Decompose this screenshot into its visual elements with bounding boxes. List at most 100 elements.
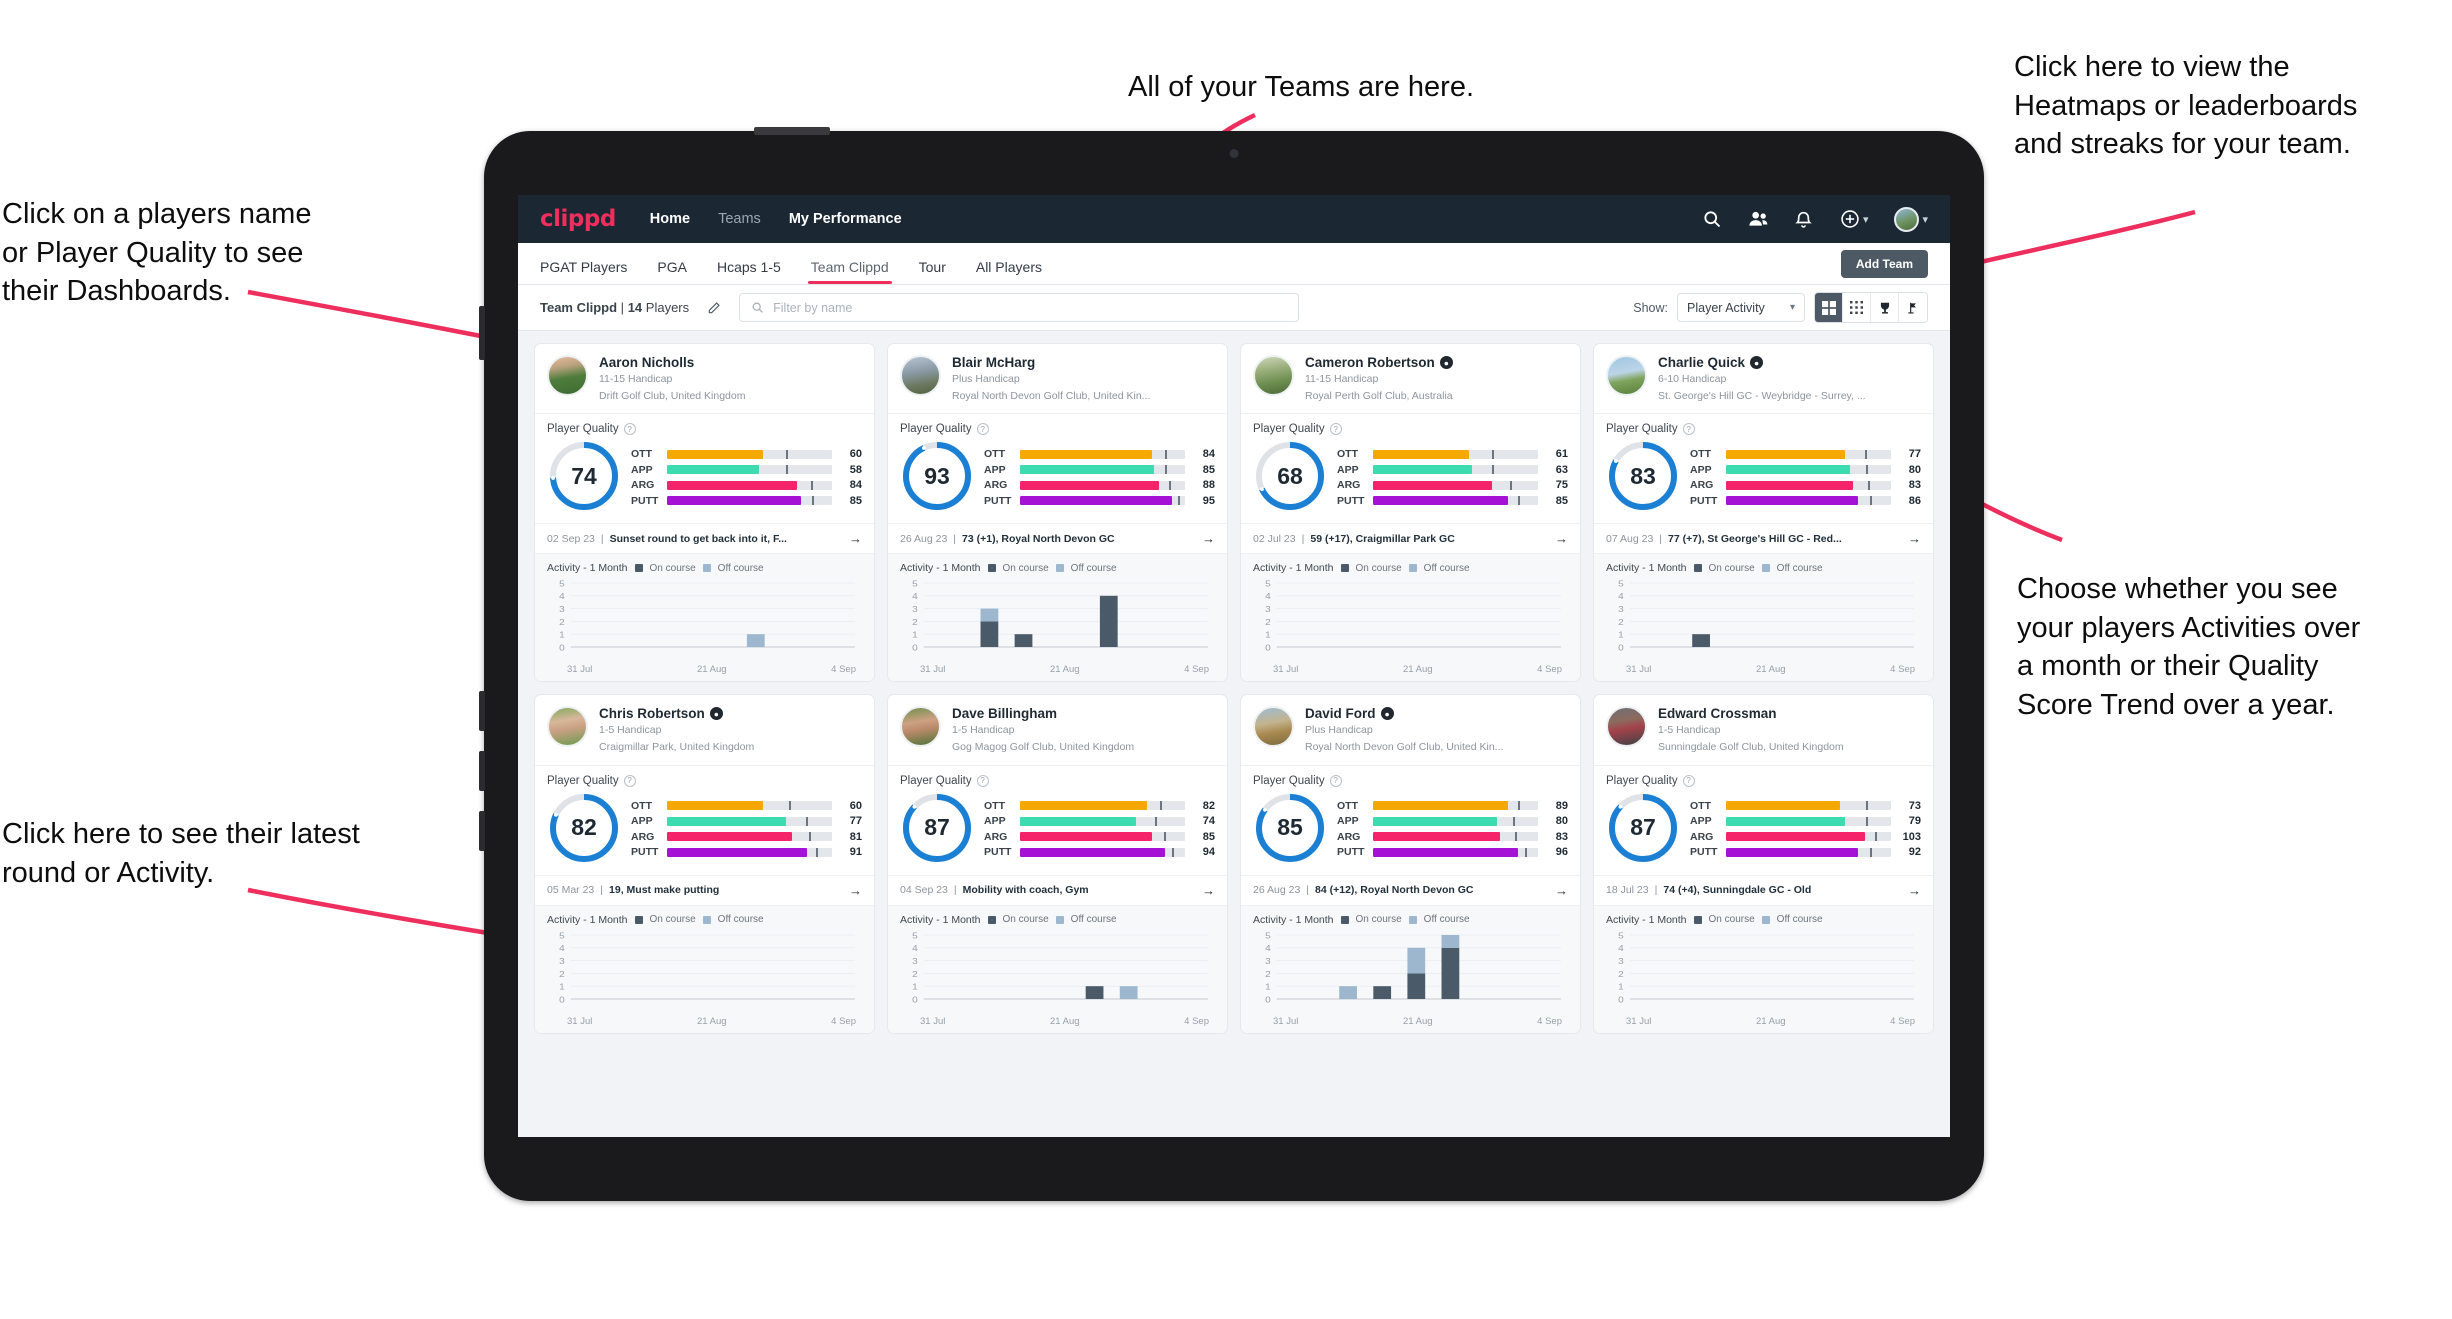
metric-value: 77 — [1908, 448, 1921, 461]
quality-score-ring[interactable]: 82 — [547, 791, 621, 865]
nav-home[interactable]: Home — [650, 211, 690, 227]
player-card[interactable]: Chris Robertson ● 1-5 Handicap Craigmill… — [534, 694, 875, 1034]
latest-round-row[interactable]: 18 Jul 23 | 74 (+4), Sunningdale GC - Ol… — [1594, 874, 1933, 905]
player-card[interactable]: Charlie Quick ● 6-10 Handicap St. George… — [1593, 343, 1934, 683]
metric-fill — [1726, 801, 1840, 810]
view-grid-large-button[interactable] — [1815, 293, 1843, 322]
metric-track — [667, 465, 832, 475]
chevron-down-icon-add[interactable]: ▾ — [1863, 213, 1869, 226]
player-card[interactable]: Cameron Robertson ● 11-15 Handicap Royal… — [1240, 343, 1581, 683]
player-name[interactable]: Blair McHarg — [952, 355, 1215, 370]
help-icon[interactable]: ? — [1682, 423, 1695, 436]
player-name[interactable]: Edward Crossman — [1658, 706, 1921, 721]
tab-team-clippd[interactable]: Team Clippd — [796, 259, 904, 284]
player-avatar[interactable] — [1253, 355, 1294, 396]
edit-team-button[interactable] — [701, 295, 727, 321]
player-name[interactable]: Cameron Robertson ● — [1305, 355, 1568, 370]
tab-all-players[interactable]: All Players — [961, 259, 1057, 284]
player-name[interactable]: Chris Robertson ● — [599, 706, 862, 721]
activity-label: Activity - 1 Month — [900, 913, 981, 926]
player-name[interactable]: Aaron Nicholls — [599, 355, 862, 370]
player-card[interactable]: Dave Billingham 1-5 Handicap Gog Magog G… — [887, 694, 1228, 1034]
show-select[interactable]: Player Activity ▾ — [1677, 293, 1805, 322]
player-quality-label: Player Quality — [900, 423, 972, 436]
tab-pgat-players[interactable]: PGAT Players — [540, 259, 642, 284]
metric-fill — [1373, 832, 1501, 841]
player-avatar[interactable] — [1606, 706, 1647, 748]
arrow-right-icon[interactable]: → — [1555, 531, 1568, 546]
arrow-right-icon[interactable]: → — [1202, 883, 1215, 898]
metric-track — [1373, 847, 1538, 857]
quality-score-ring[interactable]: 68 — [1253, 439, 1327, 513]
activity-section: Activity - 1 Month On course Off course … — [888, 553, 1227, 682]
arrow-right-icon[interactable]: → — [1908, 883, 1921, 898]
search-placeholder: Filter by name — [773, 300, 853, 315]
player-name[interactable]: Charlie Quick ● — [1658, 355, 1921, 370]
player-quality-header: Player Quality ? — [535, 414, 874, 437]
people-icon[interactable] — [1748, 209, 1768, 229]
player-card[interactable]: Edward Crossman 1-5 Handicap Sunningdale… — [1593, 694, 1934, 1034]
latest-round-row[interactable]: 05 Mar 23 | 19, Must make putting → — [535, 874, 874, 905]
quality-score-ring[interactable]: 87 — [900, 791, 974, 865]
metric-label: APP — [1337, 463, 1359, 476]
player-avatar[interactable] — [900, 706, 941, 748]
bell-icon[interactable] — [1794, 209, 1814, 229]
quality-score-ring[interactable]: 87 — [1606, 791, 1680, 865]
svg-text:2: 2 — [1265, 969, 1271, 978]
plus-circle-icon[interactable] — [1840, 209, 1860, 229]
player-club: Sunningdale Golf Club, United Kingdom — [1658, 741, 1844, 754]
nav-my-performance[interactable]: My Performance — [789, 211, 902, 227]
clippd-logo[interactable]: clippd — [540, 206, 616, 232]
add-team-button[interactable]: Add Team — [1840, 250, 1928, 278]
help-icon[interactable]: ? — [1682, 774, 1695, 787]
quality-score-ring[interactable]: 74 — [547, 439, 621, 513]
svg-text:5: 5 — [1265, 931, 1271, 940]
arrow-right-icon[interactable]: → — [849, 531, 862, 546]
latest-round-row[interactable]: 26 Aug 23 | 84 (+12), Royal North Devon … — [1241, 874, 1580, 905]
player-name[interactable]: Dave Billingham — [952, 706, 1215, 721]
legend-swatch-off-course — [1055, 564, 1064, 573]
arrow-right-icon[interactable]: → — [1202, 531, 1215, 546]
player-card[interactable]: Blair McHarg Plus Handicap Royal North D… — [887, 343, 1228, 683]
player-card[interactable]: Aaron Nicholls 11-15 Handicap Drift Golf… — [534, 343, 875, 683]
metric-fill — [1373, 847, 1519, 857]
avatar[interactable] — [1894, 206, 1920, 232]
player-avatar[interactable] — [1253, 706, 1294, 748]
latest-round-row[interactable]: 04 Sep 23 | Mobility with coach, Gym → — [888, 874, 1227, 905]
player-avatar[interactable] — [1606, 355, 1647, 396]
tab-hcaps-1-5[interactable]: Hcaps 1-5 — [702, 259, 796, 284]
player-avatar[interactable] — [900, 355, 941, 396]
metric-tick — [1178, 496, 1181, 506]
player-avatar[interactable] — [547, 355, 588, 396]
player-card[interactable]: David Ford ● Plus Handicap Royal North D… — [1240, 694, 1581, 1034]
help-icon[interactable]: ? — [623, 423, 636, 436]
round-separator: | — [953, 884, 957, 897]
search-input[interactable]: Filter by name — [739, 293, 1300, 322]
trophy-icon-button[interactable] — [1871, 293, 1899, 322]
flag-golf-icon-button[interactable] — [1899, 293, 1927, 322]
help-icon[interactable]: ? — [976, 423, 989, 436]
player-avatar[interactable] — [547, 706, 588, 748]
player-name[interactable]: David Ford ● — [1305, 706, 1568, 721]
quality-score-ring[interactable]: 93 — [900, 439, 974, 513]
arrow-right-icon[interactable]: → — [849, 883, 862, 898]
tab-tour[interactable]: Tour — [904, 259, 961, 284]
latest-round-row[interactable]: 07 Aug 23 | 77 (+7), St George's Hill GC… — [1594, 523, 1933, 553]
view-grid-small-button[interactable] — [1843, 293, 1871, 322]
tab-pga[interactable]: PGA — [642, 259, 702, 284]
latest-round-row[interactable]: 02 Jul 23 | 59 (+17), Craigmillar Park G… — [1241, 523, 1580, 553]
help-icon[interactable]: ? — [623, 774, 636, 787]
help-icon[interactable]: ? — [1329, 774, 1342, 787]
chevron-down-icon-profile[interactable]: ▾ — [1922, 213, 1928, 226]
help-icon[interactable]: ? — [1329, 423, 1342, 436]
arrow-right-icon[interactable]: → — [1555, 883, 1568, 898]
latest-round-row[interactable]: 02 Sep 23 | Sunset round to get back int… — [535, 523, 874, 553]
quality-score-ring[interactable]: 83 — [1606, 439, 1680, 513]
nav-teams[interactable]: Teams — [718, 211, 761, 227]
latest-round-row[interactable]: 26 Aug 23 | 73 (+1), Royal North Devon G… — [888, 523, 1227, 553]
quality-score-ring[interactable]: 85 — [1253, 791, 1327, 865]
arrow-right-icon[interactable]: → — [1908, 531, 1921, 546]
search-icon[interactable] — [1702, 209, 1722, 229]
x-tick-label: 4 Sep — [1184, 1015, 1209, 1027]
help-icon[interactable]: ? — [976, 774, 989, 787]
